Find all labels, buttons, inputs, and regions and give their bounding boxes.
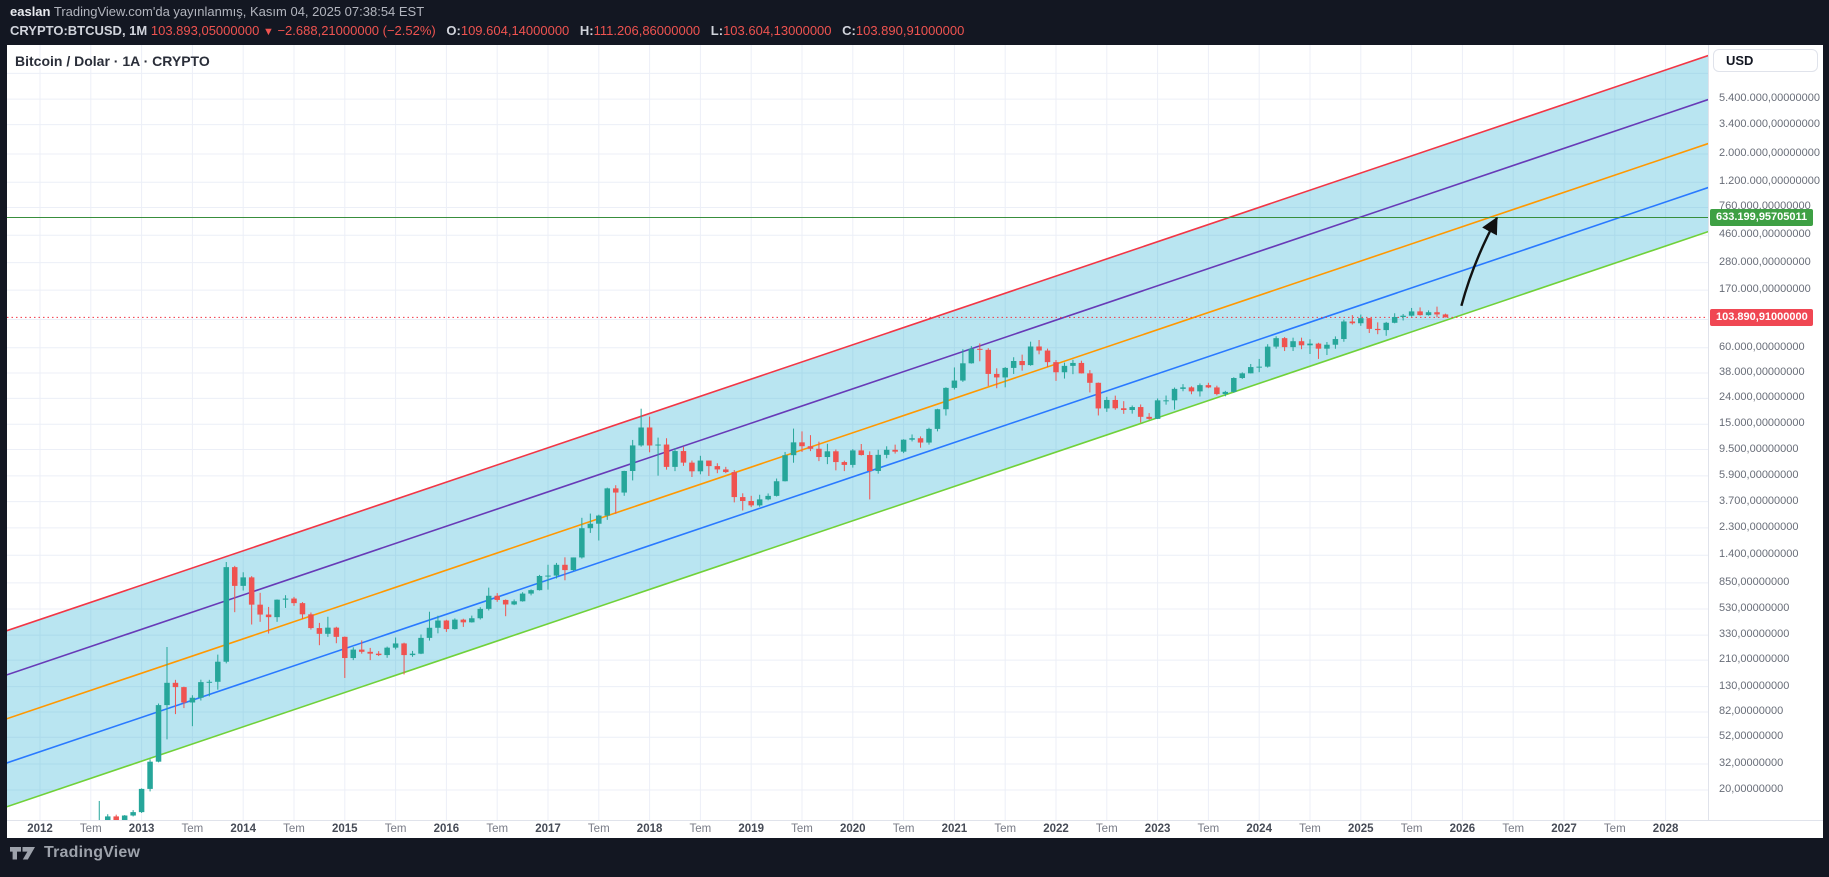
- july-label: Tem: [1095, 823, 1118, 835]
- price-tick-label: 130,00000000: [1719, 679, 1790, 692]
- year-label: 2018: [636, 823, 663, 835]
- price-tick-label: 15.000,00000000: [1719, 417, 1805, 430]
- price-tick-label: 24.000,00000000: [1719, 391, 1805, 404]
- price-scale[interactable]: USD 633.199,95705011 103.890,91000000 5.…: [1708, 45, 1823, 820]
- price-tick-label: 9.500,00000000: [1719, 442, 1799, 455]
- year-label: 2019: [738, 823, 764, 835]
- year-label: 2020: [840, 823, 866, 835]
- july-label: Tem: [791, 823, 813, 835]
- price-tick-label: 850,00000000: [1719, 575, 1790, 588]
- year-label: 2022: [1043, 823, 1069, 835]
- price-tick-label: 1.200.000,00000000: [1719, 175, 1820, 188]
- price-tick-label: 170.000,00000000: [1719, 283, 1811, 296]
- year-label: 2028: [1652, 823, 1679, 835]
- ticker-price: 103.893,05000000: [150, 23, 260, 38]
- july-label: Tem: [181, 823, 204, 835]
- year-label: 2012: [27, 823, 53, 835]
- price-tick-label: 3.700,00000000: [1719, 494, 1799, 507]
- price-tick-label: 2.300,00000000: [1719, 520, 1799, 533]
- year-label: 2027: [1551, 823, 1577, 835]
- ticker-change: −2.688,21000000 (−2.52%): [277, 23, 436, 38]
- july-label: Tem: [689, 823, 712, 835]
- ticker-row: CRYPTO:BTCUSD, 1M 103.893,05000000 ▼ −2.…: [10, 21, 964, 42]
- year-label: 2017: [535, 823, 561, 835]
- price-tick-label: 5.900,00000000: [1719, 468, 1799, 481]
- july-label: Tem: [79, 823, 102, 835]
- chart-canvas[interactable]: [7, 45, 1708, 820]
- price-tick-label: 82,00000000: [1719, 705, 1784, 718]
- price-tick-label: 530,00000000: [1719, 601, 1790, 614]
- tradingview-logo-icon: [10, 847, 35, 860]
- price-tick-label: 210,00000000: [1719, 653, 1790, 666]
- low-value: 103.604,13000000: [723, 23, 832, 38]
- price-tick-label: 52,00000000: [1719, 730, 1784, 743]
- july-label: Tem: [994, 823, 1017, 835]
- july-label: Tem: [1197, 823, 1220, 835]
- july-label: Tem: [1299, 823, 1321, 835]
- price-tick-label: 1.400,00000000: [1719, 548, 1799, 561]
- year-label: 2026: [1449, 823, 1476, 835]
- close-label: C:: [842, 23, 856, 38]
- july-label: Tem: [1400, 823, 1423, 835]
- low-label: L:: [710, 23, 724, 38]
- price-tick-label: 60.000,00000000: [1719, 340, 1805, 353]
- year-label: 2024: [1246, 823, 1272, 835]
- july-label: Tem: [486, 823, 509, 835]
- down-triangle-icon: ▼: [262, 26, 274, 38]
- july-label: Tem: [384, 823, 407, 835]
- publish-text: TradingView.com'da yayınlanmış, Kasım 04…: [53, 4, 425, 19]
- price-tick-label: 38.000,00000000: [1719, 365, 1805, 378]
- currency-button[interactable]: USD: [1713, 49, 1818, 72]
- price-tick-label: 280.000,00000000: [1719, 255, 1811, 268]
- price-tick-label: 2.000.000,00000000: [1719, 147, 1820, 159]
- price-tick-label: 20,00000000: [1719, 783, 1784, 795]
- publish-header: easlan TradingView.com'da yayınlanmış, K…: [10, 3, 964, 42]
- price-tick-label: 330,00000000: [1719, 628, 1790, 641]
- year-label: 2023: [1144, 823, 1171, 835]
- july-label: Tem: [587, 823, 610, 835]
- time-scale[interactable]: 2012 Tem 2013 Tem 2014 Tem 2015 Tem 2016 Tem 2017 T…: [7, 820, 1823, 838]
- year-label: 2015: [332, 823, 358, 835]
- price-tick-label: 460.000,00000000: [1719, 228, 1811, 241]
- tradingview-logo-text: TradingView: [44, 844, 141, 861]
- price-tick-label: 32,00000000: [1719, 757, 1784, 770]
- high-label: H:: [579, 23, 594, 38]
- open-label: O:: [446, 23, 461, 38]
- year-label: 2013: [128, 823, 155, 835]
- publish-info: easlan TradingView.com'da yayınlanmış, K…: [10, 3, 964, 21]
- chart-legend-title[interactable]: Bitcoin / Dolar · 1A · CRYPTO: [15, 53, 210, 69]
- july-label: Tem: [283, 823, 305, 835]
- high-value: 111.206,86000000: [593, 23, 701, 38]
- year-label: 2025: [1348, 823, 1374, 835]
- author-name: easlan: [10, 4, 51, 19]
- july-label: Tem: [1603, 823, 1626, 835]
- chart-panel: Bitcoin / Dolar · 1A · CRYPTO USD 633.19…: [7, 45, 1823, 838]
- price-tick-label: 5.400.000,00000000: [1719, 92, 1820, 105]
- target-price-badge: 633.199,95705011: [1710, 209, 1813, 227]
- close-value: 103.890,91000000: [855, 23, 965, 38]
- ticker-symbol: CRYPTO:BTCUSD, 1M: [10, 23, 148, 38]
- last-price-badge: 103.890,91000000: [1710, 308, 1813, 326]
- july-label: Tem: [1502, 823, 1525, 835]
- year-label: 2014: [230, 823, 256, 835]
- open-value: 109.604,14000000: [460, 23, 570, 38]
- year-label: 2021: [941, 823, 968, 835]
- price-tick-label: 3.400.000,00000000: [1719, 117, 1820, 130]
- year-label: 2016: [433, 823, 460, 835]
- tradingview-footer[interactable]: TradingView: [10, 844, 140, 862]
- july-label: Tem: [892, 823, 915, 835]
